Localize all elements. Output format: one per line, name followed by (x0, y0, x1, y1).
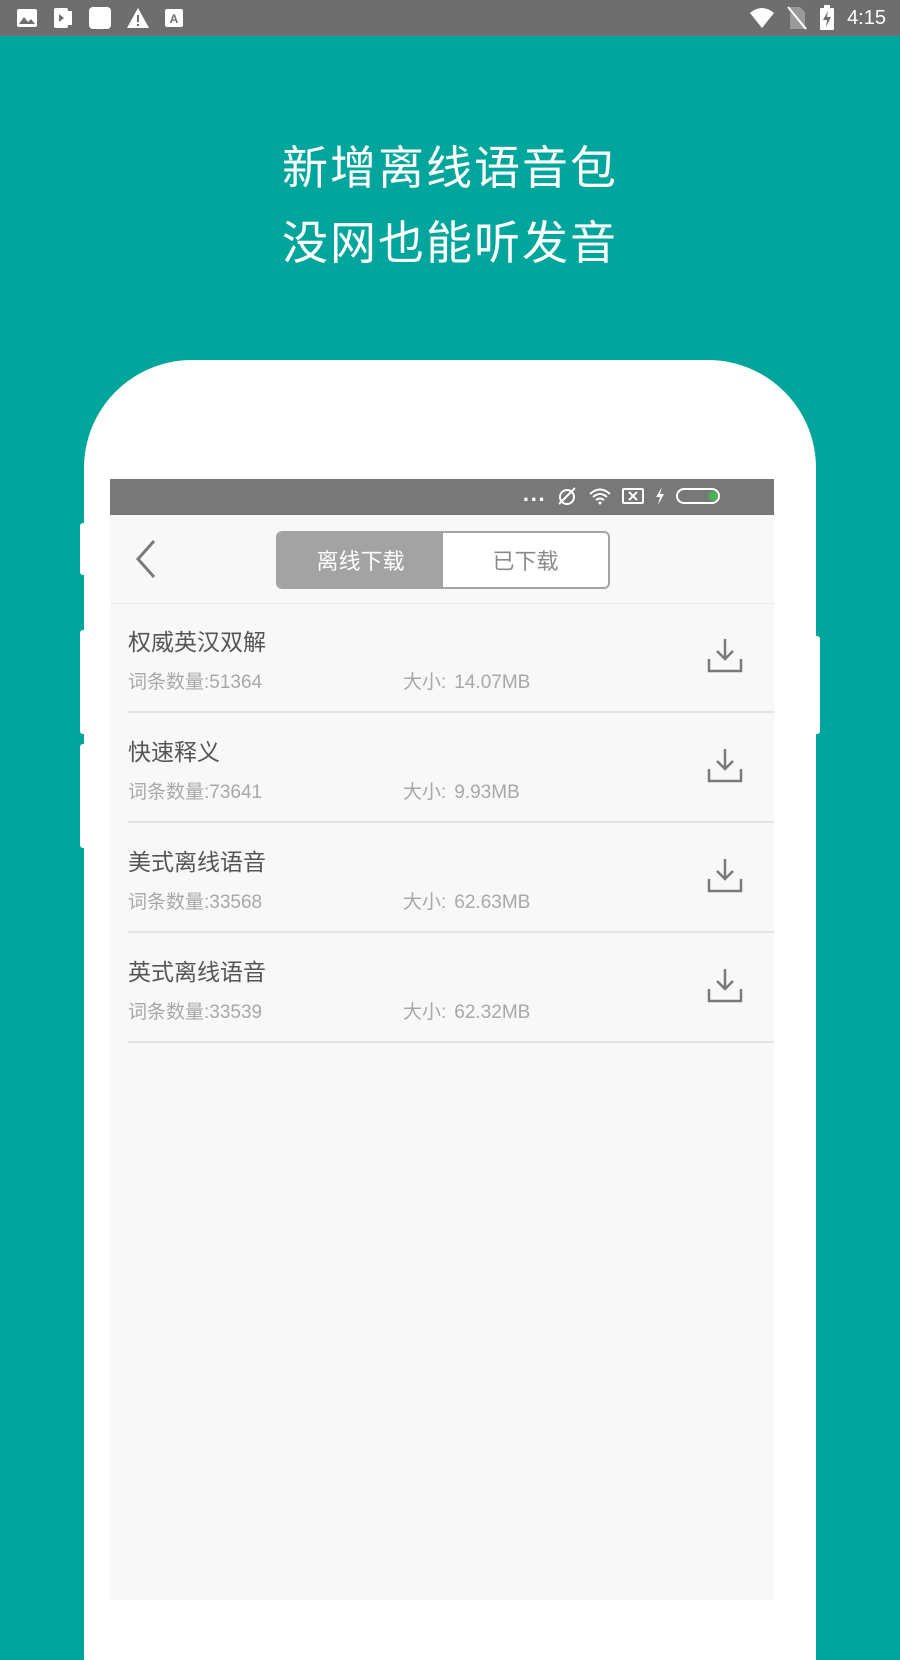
headline-line-1: 新增离线语音包 (282, 141, 618, 195)
list-item[interactable]: 权威英汉双解 词条数量:51364 大小: 14.07MB (128, 603, 774, 713)
package-size: 9.93MB (454, 782, 520, 803)
warning-icon (127, 8, 149, 28)
list-item[interactable]: 英式离线语音 词条数量:33539 大小: 62.32MB (128, 933, 774, 1043)
wifi-icon (750, 8, 775, 28)
entry-count: 词条数量:73641 (128, 782, 263, 803)
size-label: 大小: (403, 782, 447, 803)
headline-line-2: 没网也能听发音 (282, 216, 618, 270)
tab-switcher: 离线下载 已下载 (276, 531, 610, 589)
sim-x-icon (622, 487, 644, 504)
battery-charging-icon (820, 5, 835, 30)
inner-status-bar: ... (110, 479, 774, 515)
battery-icon (676, 487, 720, 504)
download-icon[interactable] (706, 967, 744, 1005)
entry-count: 词条数量:51364 (128, 672, 263, 693)
package-list: 权威英汉双解 词条数量:51364 大小: 14.07MB 快速释义 词条数量:7… (128, 603, 774, 1043)
entry-count: 词条数量:33568 (128, 892, 263, 913)
no-sim-icon (787, 6, 807, 30)
list-item[interactable]: 美式离线语音 词条数量:33568 大小: 62.63MB (128, 823, 774, 933)
package-title: 美式离线语音 (128, 850, 266, 876)
clock: 4:15 (847, 6, 886, 29)
system-status-bar: A 4:15 (0, 0, 900, 36)
back-arrow-icon[interactable] (128, 537, 168, 581)
entry-count: 词条数量:33539 (128, 1002, 263, 1023)
top-bar: 离线下载 已下载 (110, 515, 774, 604)
charging-icon (656, 486, 664, 505)
package-title: 英式离线语音 (128, 960, 266, 986)
tab-offline-download[interactable]: 离线下载 (278, 533, 443, 587)
download-icon[interactable] (706, 637, 744, 675)
more-dots: ... (522, 485, 546, 506)
size-label: 大小: (403, 1002, 447, 1023)
download-icon[interactable] (706, 857, 744, 895)
package-size: 62.32MB (454, 1002, 531, 1023)
download-icon[interactable] (706, 747, 744, 785)
alarm-off-icon (558, 486, 576, 505)
size-label: 大小: (403, 892, 447, 913)
package-title: 权威英汉双解 (128, 630, 266, 656)
package-size: 14.07MB (454, 672, 531, 693)
image-icon (17, 9, 37, 27)
font-icon: A (165, 9, 183, 27)
media-icon (54, 8, 72, 28)
package-size: 62.63MB (454, 892, 531, 913)
svg-text:A: A (170, 12, 179, 26)
tab-downloaded[interactable]: 已下载 (443, 533, 608, 587)
wifi-icon (589, 488, 611, 504)
size-label: 大小: (403, 672, 447, 693)
phone-screen: ... 离线下载 已下载 权威英汉双解 词条数量:51364 大小: 14.07M… (110, 479, 774, 1600)
list-item[interactable]: 快速释义 词条数量:73641 大小: 9.93MB (128, 713, 774, 823)
package-title: 快速释义 (128, 740, 220, 766)
square-icon (89, 7, 111, 29)
